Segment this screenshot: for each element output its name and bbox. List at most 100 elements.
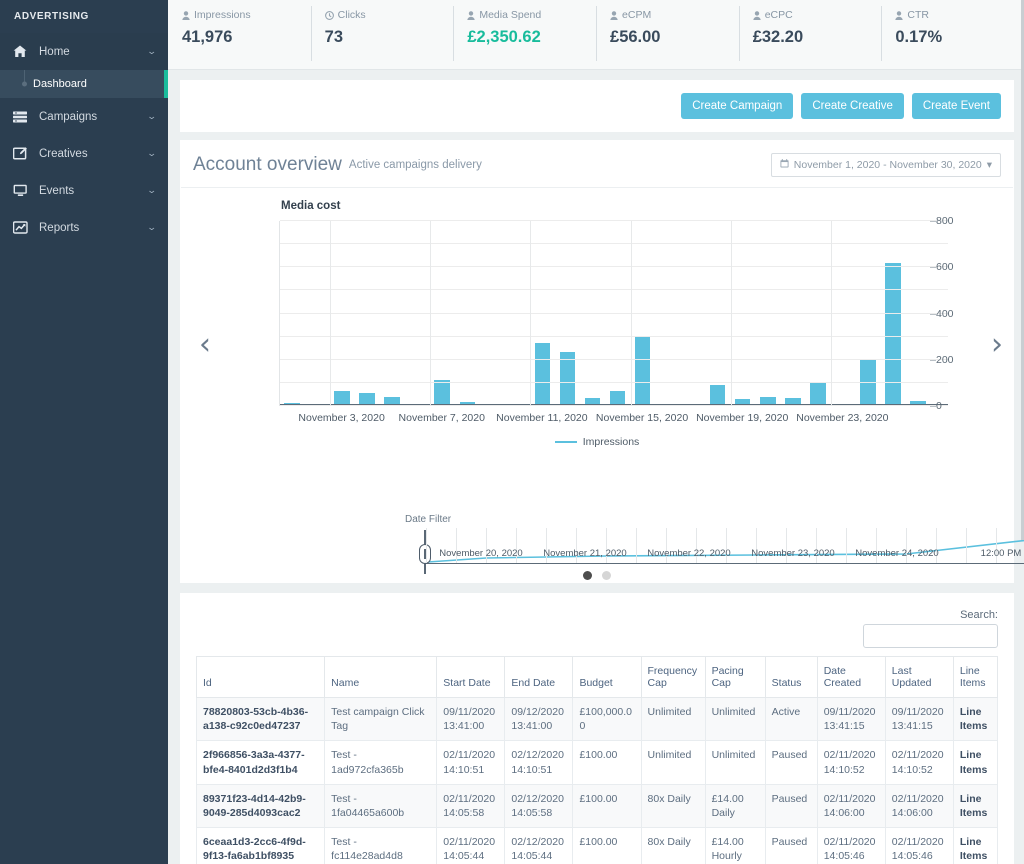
table-row[interactable]: 78820803-53cb-4b36-a138-c92c0ed47237 Test…	[195, 696, 999, 742]
date-filter-tick-label: November 20, 2020	[439, 548, 523, 559]
sidebar-item-campaigns[interactable]: Campaigns ⌄	[0, 98, 168, 135]
table-row[interactable]: 6ceaa1d3-2cc6-4f9d-9f13-fa6ab1bf8935 Test…	[195, 827, 999, 864]
kpi-impressions: Impressions 41,976	[168, 0, 311, 69]
chart-gridline-h	[280, 335, 948, 337]
column-header-start-date[interactable]: Start Date	[436, 656, 506, 698]
cell-name: Test campaign Click Tag	[324, 696, 438, 742]
main-content: Impressions 41,976 Clicks 73 Media Spend…	[168, 0, 1024, 864]
chart-gridline-v	[630, 221, 632, 406]
chart-bar[interactable]	[434, 379, 450, 405]
line-items-link[interactable]: Line Items	[952, 783, 999, 829]
date-filter-slider: Date Filter November 20, 2020 November 21…	[181, 510, 1024, 582]
table-header-row: Id Name Start Date End Date Budget Frequ…	[195, 656, 999, 698]
sidebar-item-dashboard[interactable]: Dashboard	[0, 70, 168, 98]
cell-budget: £100,000.00	[572, 696, 642, 742]
line-items-link[interactable]: Line Items	[952, 740, 999, 785]
sidebar-item-events-label: Events	[39, 184, 75, 197]
sidebar-item-home-label: Home	[39, 45, 70, 58]
carousel-dot-1[interactable]	[583, 571, 592, 580]
chart-bar[interactable]	[885, 263, 901, 405]
sidebar-item-reports[interactable]: Reports ⌄	[0, 209, 168, 246]
kpi-ecpc-label: eCPC	[764, 9, 793, 21]
create-creative-button[interactable]: Create Creative	[801, 93, 904, 119]
date-range-picker[interactable]: November 1, 2020 - November 30, 2020 ▾	[770, 153, 1001, 177]
clock-icon	[324, 10, 334, 20]
cell-pacing-cap: Unlimited	[704, 740, 766, 785]
sidebar-item-events[interactable]: Events ⌄	[0, 172, 168, 209]
column-header-last-updated[interactable]: Last Updated	[884, 656, 954, 698]
column-header-id[interactable]: Id	[195, 656, 326, 698]
kpi-impressions-label: Impressions	[194, 9, 251, 21]
cell-status: Active	[764, 696, 818, 742]
cell-id: 6ceaa1d3-2cc6-4f9d-9f13-fa6ab1bf8935	[195, 827, 326, 864]
cell-date-created: 09/11/2020 13:41:15	[816, 696, 886, 742]
line-items-link[interactable]: Line Items	[952, 827, 999, 864]
chart-bar[interactable]	[709, 384, 726, 405]
create-event-button[interactable]: Create Event	[911, 93, 1001, 119]
chart-y-tick	[930, 221, 936, 222]
sidebar-item-creatives[interactable]: Creatives ⌄	[0, 135, 168, 172]
column-header-name[interactable]: Name	[324, 656, 438, 698]
date-filter-tick-label: 12:00 PM	[980, 548, 1022, 559]
chart-y-tick	[930, 267, 936, 269]
kpi-ecpm: eCPM £56.00	[596, 0, 739, 69]
line-items-link[interactable]: Line Items	[952, 696, 999, 742]
kpi-impressions-value: 41,976	[182, 28, 233, 46]
date-range-value: November 1, 2020 - November 30, 2020	[793, 159, 982, 171]
column-header-end-date[interactable]: End Date	[504, 656, 574, 698]
chart-bar[interactable]	[534, 343, 551, 405]
sidebar-item-home[interactable]: Home ⌄	[0, 33, 168, 70]
cell-frequency-cap: Unlimited	[640, 740, 706, 785]
kpi-bar: Impressions 41,976 Clicks 73 Media Spend…	[168, 0, 1024, 70]
chart-y-tick-label: 0	[936, 400, 942, 412]
cell-end-date: 02/12/2020 14:05:44	[504, 827, 574, 864]
column-header-status[interactable]: Status	[764, 656, 818, 698]
carousel-dot-2[interactable]	[602, 571, 611, 580]
column-header-pacing-cap[interactable]: Pacing Cap	[704, 656, 766, 698]
sidebar-item-dashboard-label: Dashboard	[33, 78, 87, 90]
chart-y-tick	[930, 359, 936, 361]
chart-plot-area: 0 200 400 600 800 November 3, 2020 November 7…	[279, 215, 954, 424]
legend-label-impressions: Impressions	[582, 436, 640, 448]
date-filter-track[interactable]: November 20, 2020 November 21, 2020 Novemb…	[419, 528, 1024, 574]
campaigns-table-card: Search: Id Name Start Date End Date Budg…	[180, 593, 1014, 864]
column-header-line-items[interactable]: Line Items	[952, 656, 999, 698]
chart-next-button[interactable]: ›	[991, 330, 1003, 360]
cell-status: Paused	[764, 827, 818, 864]
chart-prev-button[interactable]: ‹	[199, 330, 211, 360]
kpi-ctr-value: 0.17%	[895, 28, 943, 46]
chart-y-tick-label: 200	[936, 353, 954, 366]
user-icon	[753, 10, 761, 20]
chart-gridline-h	[280, 381, 948, 383]
chart-bar[interactable]	[559, 351, 576, 405]
chart-bar[interactable]	[334, 391, 350, 405]
chart-bar[interactable]	[609, 390, 626, 405]
chart-bar[interactable]	[810, 382, 826, 405]
cell-end-date: 02/12/2020 14:05:58	[504, 783, 574, 829]
cell-name: Test - fc114e28ad4d8	[324, 827, 438, 864]
search-input[interactable]	[863, 624, 998, 648]
cell-frequency-cap: 80x Daily	[640, 827, 706, 864]
cell-date-created: 02/11/2020 14:10:52	[816, 740, 886, 785]
column-header-date-created[interactable]: Date Created	[816, 656, 886, 698]
cell-start-date: 02/11/2020 14:05:58	[436, 783, 506, 829]
date-filter-label: Date Filter	[405, 514, 452, 525]
cell-date-created: 02/11/2020 14:06:00	[816, 783, 886, 829]
sidebar: ADVERTISING Home ⌄ Dashboard Campaigns ⌄…	[0, 0, 168, 864]
sidebar-item-campaigns-label: Campaigns	[39, 110, 98, 123]
kpi-clicks: Clicks 73	[310, 0, 454, 69]
column-header-budget[interactable]: Budget	[572, 656, 642, 698]
cell-start-date: 02/11/2020 14:05:44	[436, 827, 506, 864]
table-row[interactable]: 89371f23-4d14-42b9-9049-285d4093cac2 Test…	[195, 783, 999, 829]
chart-gridline-h	[280, 312, 948, 314]
create-campaign-button[interactable]: Create Campaign	[681, 93, 794, 119]
cell-budget: £100.00	[572, 827, 642, 864]
cell-frequency-cap: Unlimited	[640, 696, 706, 742]
cell-id: 89371f23-4d14-42b9-9049-285d4093cac2	[195, 783, 326, 829]
slider-grip-icon[interactable]	[419, 544, 431, 564]
user-icon	[182, 10, 190, 20]
column-header-frequency-cap[interactable]: Frequency Cap	[640, 656, 706, 698]
chevron-down-icon: ⌄	[147, 46, 158, 56]
chart-bar[interactable]	[634, 335, 651, 405]
table-row[interactable]: 2f966856-3a3a-4377-bfe4-8401d2d3f1b4 Test…	[195, 740, 999, 785]
